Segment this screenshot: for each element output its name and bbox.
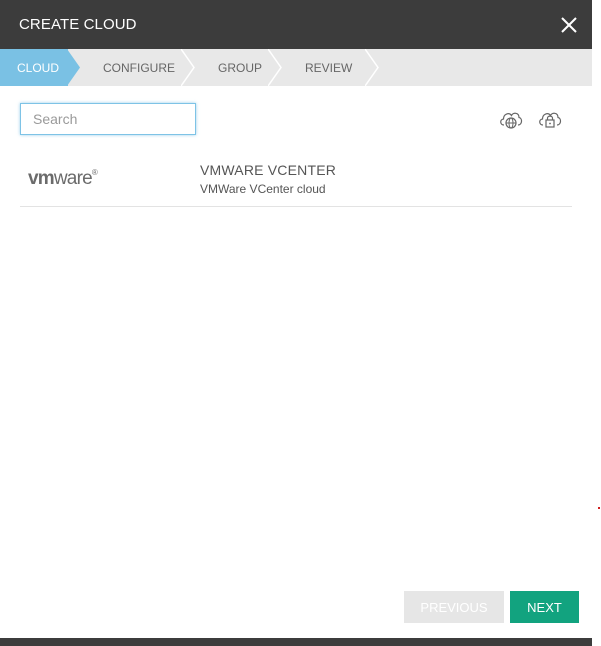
step-label: GROUP <box>218 60 263 75</box>
step-label: CONFIGURE <box>103 60 175 75</box>
dialog-bottom-edge <box>0 638 592 646</box>
cloud-item-text: VMWARE VCENTER VMWare VCenter cloud <box>200 162 336 196</box>
step-cloud[interactable]: CLOUD <box>0 49 80 86</box>
cloud-item-vmware-vcenter[interactable]: vmware® VMWARE VCENTER VMWare VCenter cl… <box>20 151 572 207</box>
search-input[interactable] <box>20 103 196 135</box>
step-arrow <box>67 49 80 86</box>
previous-button[interactable]: PREVIOUS <box>404 591 504 623</box>
vmware-logo: vmware® <box>28 167 98 189</box>
step-configure[interactable]: CONFIGURE <box>68 49 195 86</box>
step-label: CLOUD <box>17 60 60 75</box>
dialog-footer: PREVIOUS NEXT <box>0 591 592 623</box>
add-private-cloud-button[interactable] <box>536 105 564 133</box>
stray-dot <box>598 507 600 509</box>
step-label: REVIEW <box>305 60 353 75</box>
add-public-cloud-button[interactable] <box>497 105 525 133</box>
step-arrow <box>181 49 195 86</box>
step-arrow <box>268 49 282 86</box>
cloud-type-list: vmware® VMWARE VCENTER VMWare VCenter cl… <box>20 151 572 207</box>
step-group[interactable]: GROUP <box>182 49 282 86</box>
dialog-header: CREATE CLOUD <box>0 0 592 49</box>
cloud-lock-icon <box>539 112 562 128</box>
next-button[interactable]: NEXT <box>510 591 579 623</box>
cloud-globe-icon <box>500 112 523 129</box>
dialog-title: CREATE CLOUD <box>19 16 137 33</box>
wizard-steps: CLOUD CONFIGURE GROUP REVIEW <box>0 49 592 86</box>
step-review[interactable]: REVIEW <box>269 49 379 86</box>
toolbar <box>20 103 592 135</box>
cloud-item-title: VMWARE VCENTER <box>200 161 337 178</box>
cloud-item-description: VMWare VCenter cloud <box>200 181 326 196</box>
step-arrow <box>365 49 379 86</box>
close-button[interactable] <box>558 14 580 36</box>
create-cloud-dialog: CREATE CLOUD CLOUD CONFIGURE GROUP REVIE… <box>0 0 592 638</box>
close-icon <box>561 16 577 33</box>
